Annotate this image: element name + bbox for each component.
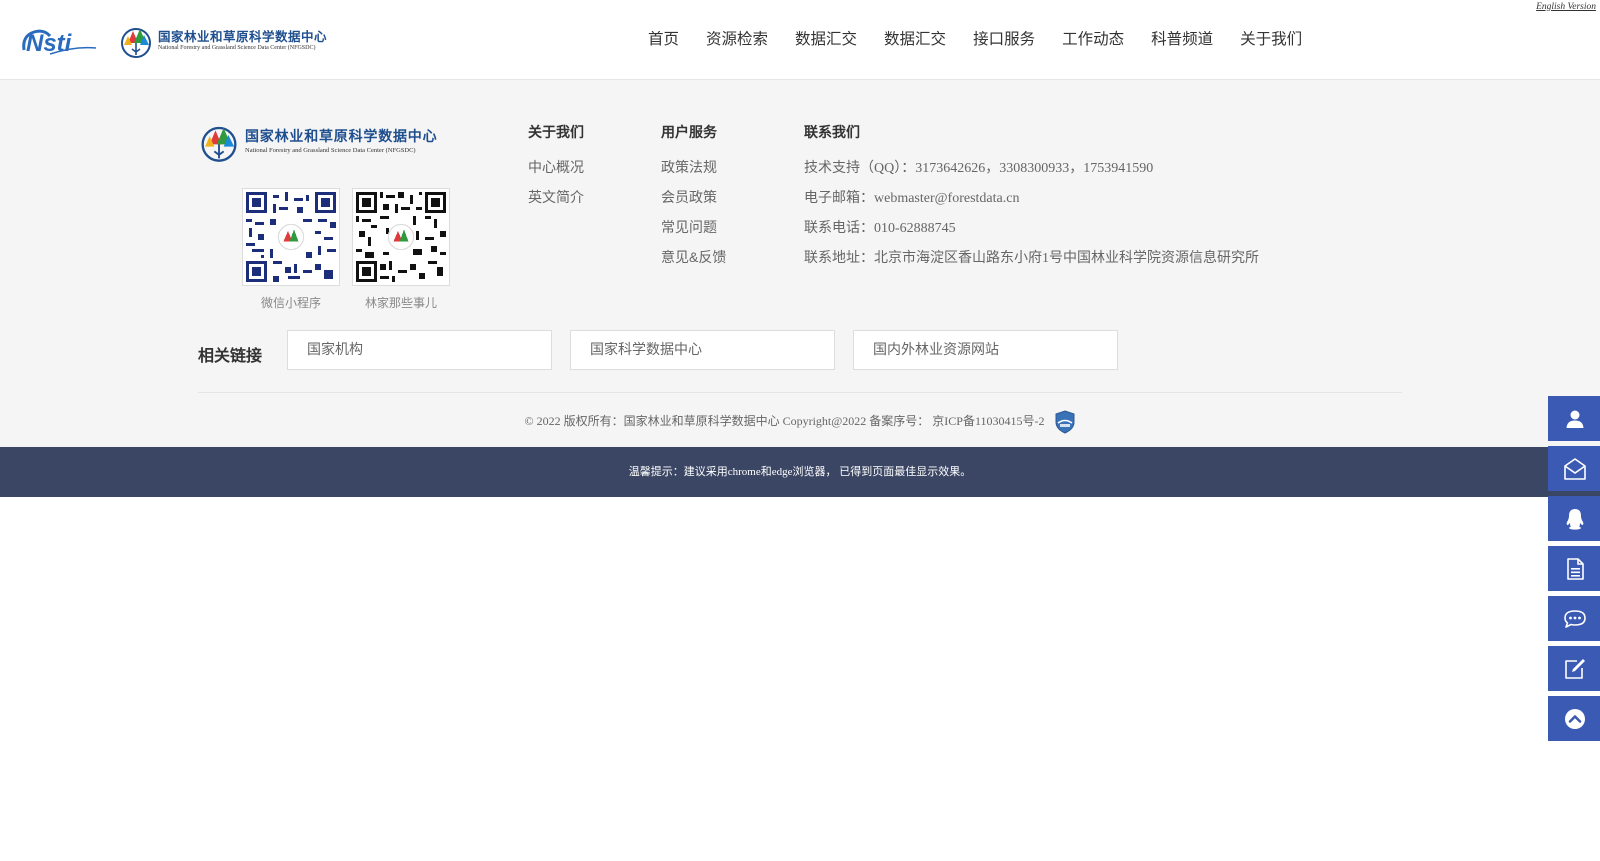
nsti-logo-text: Nsti	[26, 30, 73, 56]
qq-icon	[1566, 508, 1584, 530]
edit-icon	[1565, 658, 1585, 679]
about-english-intro[interactable]: 英文简介	[528, 187, 584, 207]
related-links-label: 相关链接	[198, 346, 263, 365]
link-select-forestry-sites[interactable]: 国内外林业资源网站	[853, 330, 1118, 370]
contact-email: 电子邮箱：webmaster@forestdata.cn	[804, 191, 1020, 206]
nav-data-submission-2[interactable]: 数据汇交	[884, 28, 946, 52]
contact-qq: 技术支持（QQ）：3173642626，3308300933，175394159…	[804, 161, 1154, 176]
about-center-overview[interactable]: 中心概况	[528, 157, 584, 177]
footer-divider	[198, 392, 1402, 393]
footer-logo-subtitle: National Forestry and Grassland Science …	[245, 147, 416, 154]
nav-data-submission[interactable]: 数据汇交	[795, 28, 857, 52]
site-logo-subtitle: National Forestry and Grassland Science …	[158, 45, 316, 51]
side-qq-button[interactable]	[1548, 496, 1600, 541]
side-chat-button[interactable]	[1548, 596, 1600, 641]
forest-logo-icon	[201, 126, 237, 162]
nav-api-service[interactable]: 接口服务	[973, 28, 1035, 52]
forest-logo-icon	[121, 28, 151, 58]
qr-label-wechat: 微信小程序	[260, 296, 321, 310]
contact-phone: 联系电话：010-62888745	[804, 221, 956, 236]
services-faq[interactable]: 常见问题	[661, 217, 717, 237]
document-icon	[1567, 557, 1584, 580]
main-nav: 首页 资源检索 数据汇交 数据汇交 接口服务 工作动态 科普频道 关于我们	[648, 28, 1329, 52]
wechat-miniprogram-qr	[242, 188, 340, 286]
copyright-line: © 2022 版权所有：国家林业和草原科学数据中心 Copyright@2022…	[0, 410, 1600, 434]
site-logo-title: 国家林业和草原科学数据中心	[158, 29, 328, 44]
contact-title: 联系我们	[804, 125, 860, 141]
nsti-logo[interactable]: Nsti	[20, 24, 98, 57]
side-document-button[interactable]	[1548, 546, 1600, 591]
chat-icon	[1564, 609, 1586, 628]
footer-logo-title: 国家林业和草原科学数据中心	[245, 129, 438, 145]
link-select-national-agencies[interactable]: 国家机构	[287, 330, 552, 370]
services-policy[interactable]: 政策法规	[661, 157, 717, 177]
about-title: 关于我们	[528, 125, 584, 141]
services-membership[interactable]: 会员政策	[661, 187, 717, 207]
site-logo[interactable]: 国家林业和草原科学数据中心 National Forestry and Gras…	[118, 22, 338, 60]
services-title: 用户服务	[661, 125, 717, 141]
browser-tip-text: 温馨提示：建议采用chrome和edge浏览器， 已得到页面最佳显示效果。	[628, 466, 972, 478]
services-feedback[interactable]: 意见&反馈	[661, 247, 726, 267]
nsti-logo-icon: Nsti	[22, 29, 97, 57]
nav-science-channel[interactable]: 科普频道	[1151, 28, 1213, 52]
link-select-science-data-centers[interactable]: 国家科学数据中心	[570, 330, 835, 370]
nav-resource-search[interactable]: 资源检索	[706, 28, 768, 52]
police-badge-icon[interactable]	[1054, 410, 1076, 434]
side-back-to-top-button[interactable]	[1548, 696, 1600, 741]
nav-home[interactable]: 首页	[648, 28, 679, 52]
side-mail-button[interactable]	[1548, 446, 1600, 491]
link-select-label: 国内外林业资源网站	[873, 342, 999, 358]
qr-code-icon	[356, 192, 446, 282]
copyright-text: © 2022 版权所有：国家林业和草原科学数据中心 Copyright@2022…	[524, 413, 1045, 428]
side-user-button[interactable]	[1548, 396, 1600, 441]
contact-address: 联系地址：北京市海淀区香山路东小府1号中国林业科学院资源信息研究所	[804, 251, 1259, 266]
side-edit-button[interactable]	[1548, 646, 1600, 691]
english-version-link[interactable]: English Version	[1536, 2, 1596, 12]
browser-tip-bar: 温馨提示：建议采用chrome和edge浏览器， 已得到页面最佳显示效果。	[0, 447, 1600, 497]
footer-logo: 国家林业和草原科学数据中心 National Forestry and Gras…	[198, 120, 458, 164]
back-to-top-icon	[1565, 708, 1585, 729]
qr-label-forest-family: 林家那些事儿	[364, 296, 437, 310]
qr-code-icon	[246, 192, 336, 282]
site-footer: 国家林业和草原科学数据中心 National Forestry and Gras…	[0, 80, 1600, 447]
nav-about-us[interactable]: 关于我们	[1240, 28, 1302, 52]
site-header: Nsti 国家林业和草原科学数据中心 National Forestry and…	[0, 0, 1600, 80]
nav-work-news[interactable]: 工作动态	[1062, 28, 1124, 52]
forest-family-qr	[352, 188, 450, 286]
user-icon	[1566, 410, 1584, 428]
link-select-label: 国家机构	[307, 342, 363, 358]
link-select-label: 国家科学数据中心	[590, 342, 702, 358]
mail-icon	[1564, 457, 1586, 480]
